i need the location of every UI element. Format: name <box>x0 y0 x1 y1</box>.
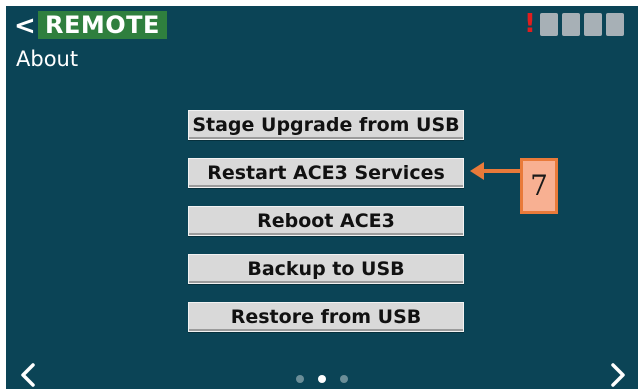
page-title: About <box>16 47 79 71</box>
device-screen: < REMOTE About ! Stage Upgrade from USB … <box>6 6 638 389</box>
reboot-ace3-button[interactable]: Reboot ACE3 <box>188 206 464 236</box>
chevron-left-icon[interactable] <box>20 362 36 388</box>
status-indicator <box>540 13 558 36</box>
restore-from-usb-button[interactable]: Restore from USB <box>188 302 464 332</box>
callout-arrow-icon <box>470 162 520 180</box>
page-dot[interactable] <box>340 375 348 383</box>
chevron-right-icon[interactable] <box>610 362 626 388</box>
backup-to-usb-button[interactable]: Backup to USB <box>188 254 464 284</box>
status-indicator <box>562 13 580 36</box>
page-dot-active[interactable] <box>318 375 326 383</box>
status-indicators <box>540 13 624 36</box>
status-indicator <box>584 13 602 36</box>
status-indicator <box>606 13 624 36</box>
callout-number-label: 7 <box>520 158 558 214</box>
exclamation-icon[interactable]: ! <box>524 11 536 37</box>
page-dot[interactable] <box>296 375 304 383</box>
restart-ace3-services-button[interactable]: Restart ACE3 Services <box>188 158 464 188</box>
remote-mode-badge: REMOTE <box>38 11 167 39</box>
page-indicator <box>296 375 348 383</box>
stage-upgrade-from-usb-button[interactable]: Stage Upgrade from USB <box>188 110 464 140</box>
back-chevron-icon[interactable]: < <box>14 12 36 40</box>
